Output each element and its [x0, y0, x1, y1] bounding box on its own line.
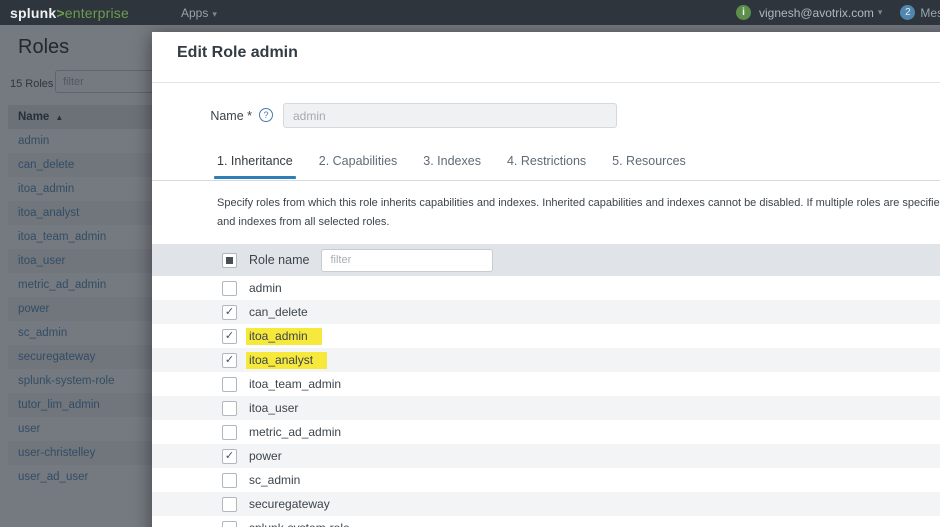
role-label-highlighted: itoa_analyst: [246, 351, 328, 369]
role-table-row: splunk-system-role: [152, 516, 940, 527]
role-table-filter-input[interactable]: [321, 248, 494, 272]
role-checkbox-list: admin ✓ can_delete ✓ itoa_admin ✓ itoa_analyst…: [152, 276, 940, 527]
checkbox-checked[interactable]: ✓: [222, 304, 237, 320]
role-table-row: itoa_user: [152, 396, 940, 420]
topbar: splunk>enterprise Apps ▾ i vignesh@avotri…: [0, 0, 940, 25]
apps-menu[interactable]: Apps ▾: [181, 6, 217, 20]
name-field-label: Name *: [210, 109, 252, 123]
description-line-1: Specify roles from which this role inher…: [217, 197, 940, 209]
description-line-2: and indexes from all selected roles.: [217, 216, 390, 228]
role-table-row: ✓ itoa_analyst: [152, 348, 940, 372]
select-all-checkbox[interactable]: [222, 252, 237, 268]
checkbox-unchecked[interactable]: [222, 496, 237, 512]
checkbox-unchecked[interactable]: [222, 400, 237, 416]
logo-brand: splunk: [10, 4, 57, 21]
role-label: itoa_user: [249, 401, 299, 415]
logo-gt: >: [56, 4, 65, 21]
tab-resources[interactable]: 5. Resources: [612, 154, 686, 179]
role-table-row: admin: [152, 276, 940, 300]
checkbox-unchecked[interactable]: [222, 424, 237, 440]
user-menu[interactable]: vignesh@avotrix.com: [759, 6, 874, 20]
role-table-row: metric_ad_admin: [152, 420, 940, 444]
role-label-highlighted: itoa_admin: [246, 327, 322, 345]
messages-count-badge: 2: [900, 5, 916, 20]
role-label: admin: [249, 281, 282, 295]
checkbox-checked[interactable]: ✓: [222, 448, 237, 464]
indeterminate-mark: [226, 256, 233, 264]
caret-down-icon: ▾: [877, 7, 883, 17]
role-table-row: ✓ itoa_admin: [152, 324, 940, 348]
checkbox-checked[interactable]: ✓: [222, 328, 237, 344]
checkbox-checked[interactable]: ✓: [222, 352, 237, 368]
splunk-logo: splunk>enterprise: [10, 5, 129, 21]
topbar-right: i vignesh@avotrix.com ▾ 2 Messages: [736, 0, 940, 25]
role-label: metric_ad_admin: [249, 425, 342, 439]
checkbox-unchecked[interactable]: [222, 472, 237, 488]
edit-role-modal: Edit Role admin Name * ? 1. Inheritance 2…: [152, 32, 940, 527]
role-table-row: ✓ power: [152, 444, 940, 468]
role-label: splunk-system-role: [249, 521, 350, 527]
caret-down-icon: ▾: [212, 8, 217, 19]
tab-capabilities[interactable]: 2. Capabilities: [319, 154, 398, 179]
role-table-row: securegateway: [152, 492, 940, 516]
inheritance-description: Specify roles from which this role inher…: [217, 194, 940, 232]
role-name-input: [283, 103, 617, 128]
role-label: securegateway: [249, 497, 330, 511]
role-table-row: itoa_team_admin: [152, 372, 940, 396]
divider: [152, 180, 940, 181]
role-name-column-header: Role name: [249, 253, 310, 267]
user-avatar-icon: i: [736, 5, 751, 20]
tab-indexes[interactable]: 3. Indexes: [423, 154, 481, 179]
role-table-header: Role name: [152, 244, 940, 276]
tab-restrictions[interactable]: 4. Restrictions: [507, 154, 586, 179]
role-table-row: ✓ can_delete: [152, 300, 940, 324]
role-label: power: [249, 449, 282, 463]
apps-menu-label: Apps: [180, 5, 209, 20]
logo-product: enterprise: [64, 4, 129, 21]
help-question-icon[interactable]: ?: [259, 108, 273, 122]
modal-tabs: 1. Inheritance 2. Capabilities 3. Indexes 4…: [214, 154, 686, 179]
modal-title: Edit Role admin: [177, 44, 298, 61]
role-label: can_delete: [249, 305, 308, 319]
checkbox-unchecked[interactable]: [222, 280, 237, 296]
role-table-row: sc_admin: [152, 468, 940, 492]
checkbox-unchecked[interactable]: [222, 520, 237, 527]
checkbox-unchecked[interactable]: [222, 376, 237, 392]
role-label: sc_admin: [249, 473, 301, 487]
messages-menu[interactable]: Messages: [920, 6, 940, 20]
role-label: itoa_team_admin: [249, 377, 342, 391]
divider: [152, 82, 940, 83]
tab-inheritance[interactable]: 1. Inheritance: [214, 154, 296, 179]
